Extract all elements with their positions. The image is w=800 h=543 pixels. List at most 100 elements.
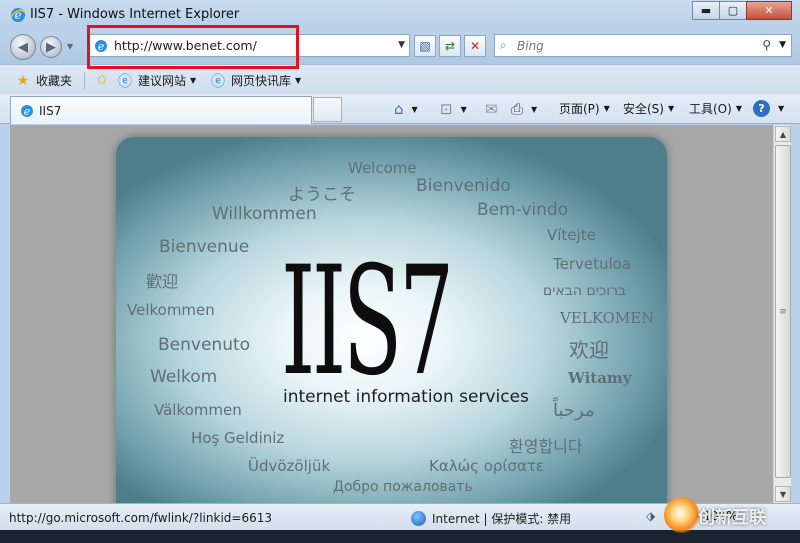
navigation-bar: ◀ ▶ ▼ e http://www.benet.com/ ▼ ▧ ⇄ ✕ ⌕ … [0, 30, 800, 64]
security-zone[interactable]: Internet | 保护模式: 禁用 [411, 510, 571, 527]
printer-icon: ⎙ [511, 100, 524, 118]
welcome-word: Bienvenido [416, 176, 511, 196]
window-title: IIS7 - Windows Internet Explorer [30, 7, 240, 22]
welcome-word: Tervetuloa [553, 255, 632, 273]
minimize-button[interactable]: ▬ [692, 1, 720, 20]
add-to-favorites-bar-button[interactable]: ✩ [94, 72, 115, 88]
refresh-icon: ⇄ [444, 39, 456, 53]
welcome-word: Добро пожаловать [333, 479, 473, 495]
welcome-word: ようこそ [288, 185, 356, 205]
chevron-down-icon: ▼ [295, 76, 302, 85]
favorites-button[interactable]: ★ 收藏夹 [15, 72, 72, 89]
compatibility-view-button[interactable]: ▧ [414, 35, 436, 57]
back-button[interactable]: ◀ [10, 34, 36, 60]
search-input[interactable] [517, 37, 747, 54]
welcome-word: مرحباً [553, 400, 595, 421]
status-link-text: http://go.microsoft.com/fwlink/?linkid=6… [9, 511, 272, 525]
scroll-thumb[interactable]: ≡ [775, 145, 791, 478]
page-menu[interactable]: 页面(P) ▼ [559, 100, 610, 117]
web-slice-gallery-link[interactable]: ⓔ 网页快讯库 ▼ [210, 72, 302, 90]
address-dropdown-icon[interactable]: ▼ [398, 40, 405, 50]
chevron-down-icon[interactable]: ▼ [461, 105, 467, 114]
welcome-word: Willkommen [212, 204, 317, 224]
chevron-down-icon[interactable]: ▼ [778, 104, 784, 113]
back-arrow-icon: ◀ [18, 39, 28, 55]
page-menu-label: 页面(P) [559, 102, 600, 116]
tab-label: IIS7 [39, 104, 62, 118]
home-button[interactable]: ⌂ ▼ [394, 100, 418, 118]
welcome-word: ברוכים הבאים [543, 283, 627, 299]
divider [84, 72, 85, 89]
welcome-word: Välkommen [154, 401, 242, 419]
safety-menu-label: 安全(S) [623, 102, 664, 116]
chevron-down-icon[interactable]: ▼ [412, 105, 418, 114]
chevron-down-icon: ▼ [735, 104, 742, 113]
svg-text:e: e [98, 40, 105, 53]
tools-menu-label: 工具(O) [689, 102, 732, 116]
address-bar[interactable]: e http://www.benet.com/ ▼ [88, 34, 410, 57]
search-go-icon[interactable]: ⚲ [762, 38, 771, 52]
title-bar: e IIS7 - Windows Internet Explorer ▬ ▢ ✕ [0, 0, 800, 30]
refresh-button[interactable]: ⇄ [439, 35, 461, 57]
page-icon: e [21, 105, 33, 118]
welcome-word: Benvenuto [158, 335, 251, 355]
rss-feed-icon: ⊡ [440, 100, 453, 118]
watermark-text: 创新互联 [698, 507, 766, 528]
favorites-bar: ★ 收藏夹 ✩ ⓔ 建议网站 ▼ ⓔ 网页快讯库 ▼ [0, 64, 800, 94]
iis7-tagline: internet information services [283, 387, 529, 407]
welcome-word: Welkom [150, 367, 218, 387]
welcome-word: 환영합니다 [509, 437, 583, 456]
search-options-dropdown-icon[interactable]: ▼ [779, 40, 786, 50]
new-tab-button[interactable] [313, 97, 342, 122]
print-button[interactable]: ⎙ ▼ [511, 100, 537, 118]
chevron-down-icon: ▼ [603, 104, 610, 113]
iis7-logo: IIS7 [281, 235, 454, 409]
close-button[interactable]: ✕ [746, 1, 792, 20]
internet-explorer-icon: e [10, 8, 26, 22]
safety-menu[interactable]: 安全(S) ▼ [623, 100, 674, 117]
window-controls: ▬ ▢ ✕ [692, 1, 792, 20]
welcome-word: 歡迎 [146, 272, 179, 291]
chevron-down-icon: ▼ [667, 104, 675, 113]
add-favorite-icon: ✩ [96, 72, 108, 88]
scroll-up-icon[interactable]: ▲ [775, 126, 791, 142]
ie-page-icon: ⓔ [211, 73, 225, 90]
welcome-word: Witamy [568, 369, 632, 387]
suggested-sites-label: 建议网站 [138, 74, 187, 88]
suggested-sites-link[interactable]: ⓔ 建议网站 ▼ [117, 72, 196, 90]
help-icon: ? [753, 100, 770, 117]
tab-iis7[interactable]: e IIS7 [10, 96, 312, 124]
search-box[interactable]: ⌕ ⚲ ▼ [494, 34, 792, 57]
stop-icon: ✕ [469, 39, 481, 53]
home-icon: ⌂ [394, 100, 404, 118]
forward-arrow-icon: ▶ [46, 39, 56, 55]
tools-menu[interactable]: 工具(O) ▼ [689, 100, 742, 117]
page-viewport[interactable]: Welcome ようこそ Bienvenido Willkommen Bem-v… [10, 125, 773, 503]
compatibility-view-icon: ▧ [419, 39, 431, 53]
watermark: 创新互联 [664, 494, 796, 536]
help-button[interactable]: ? ▼ [753, 100, 784, 117]
feeds-button[interactable]: ⊡ ▼ [440, 100, 467, 118]
welcome-word: Hoş Geldiniz [191, 429, 285, 447]
welcome-word: Üdvözöljük [248, 457, 331, 475]
maximize-button[interactable]: ▢ [719, 1, 747, 20]
favorites-label: 收藏夹 [36, 74, 73, 88]
welcome-word: Bienvenue [159, 237, 250, 257]
vertical-scrollbar[interactable]: ▲ ≡ ▼ [773, 125, 791, 503]
popup-blocker-icon[interactable]: ⬗ [646, 509, 655, 523]
welcome-word: Καλώς ορίσατε [429, 457, 545, 475]
read-mail-button[interactable]: ✉ [485, 100, 502, 118]
welcome-word: Velkommen [127, 301, 215, 319]
watermark-logo-icon [664, 497, 700, 533]
iis7-welcome-splash[interactable]: Welcome ようこそ Bienvenido Willkommen Bem-v… [116, 137, 667, 503]
stop-button[interactable]: ✕ [464, 35, 486, 57]
address-url[interactable]: http://www.benet.com/ [114, 38, 257, 53]
welcome-word: Vítejte [547, 226, 596, 244]
mail-icon: ✉ [485, 100, 498, 118]
forward-button[interactable]: ▶ [40, 36, 62, 58]
welcome-word: 欢迎 [569, 338, 609, 362]
welcome-word: Welcome [348, 159, 417, 177]
chevron-down-icon[interactable]: ▼ [531, 105, 537, 114]
security-zone-label: Internet | 保护模式: 禁用 [432, 512, 572, 526]
recent-pages-dropdown-icon[interactable]: ▼ [67, 42, 73, 51]
